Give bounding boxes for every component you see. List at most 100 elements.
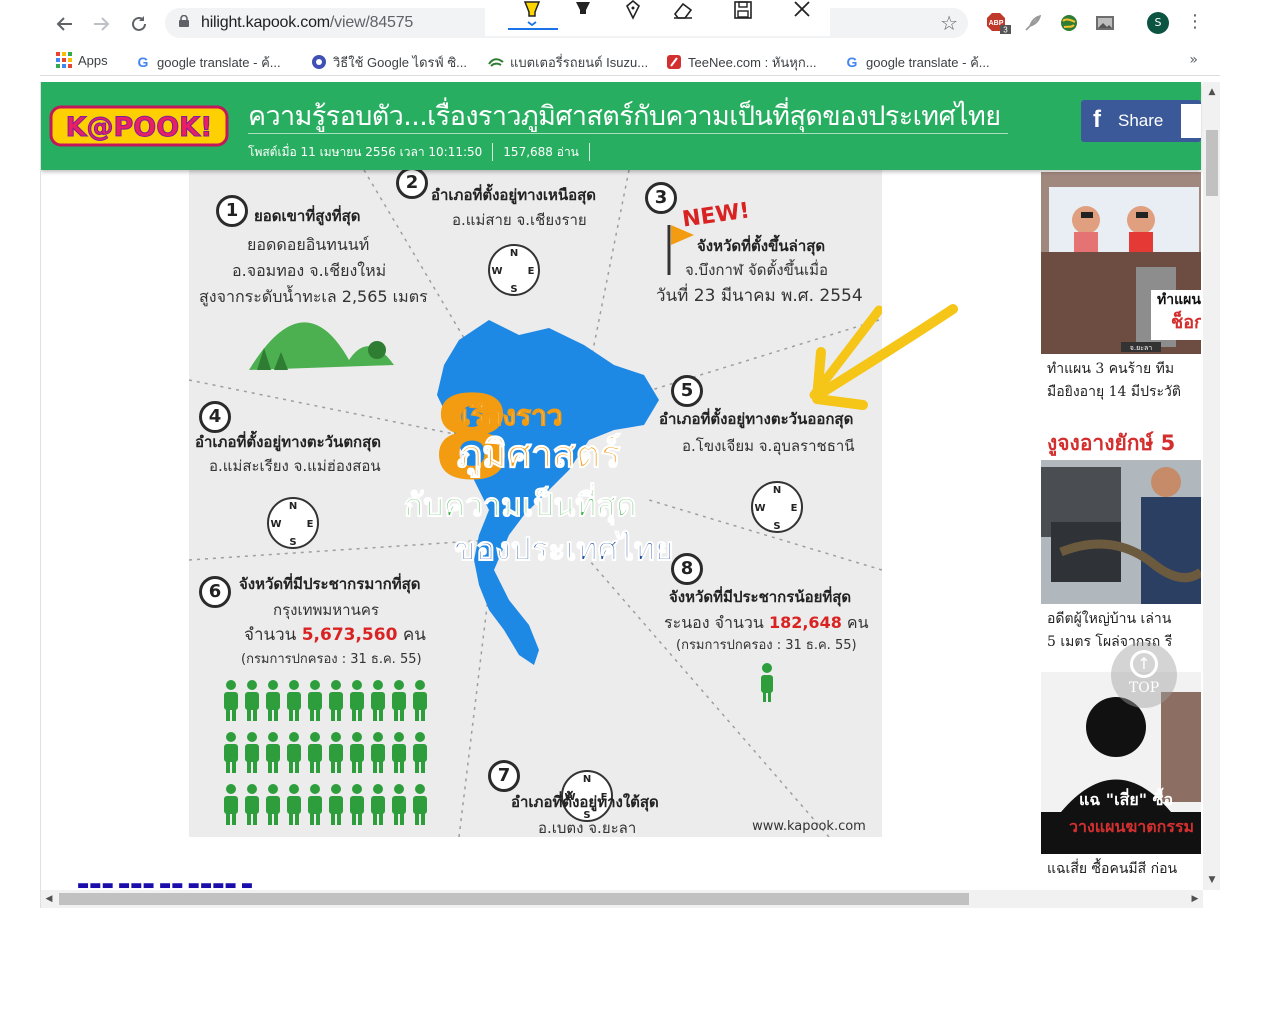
vertical-scrollbar[interactable]: ▲ ▼	[1203, 82, 1220, 890]
back-button[interactable]	[52, 11, 78, 37]
bookmark-google-translate[interactable]: Ggoogle translate - ค้...	[135, 52, 281, 72]
svg-text:E: E	[307, 519, 314, 530]
news-card-3-caption-line-1: แฉเสี่ย ซื้อคนมีสี ก่อน	[1047, 861, 1178, 877]
up-arrow-icon: ↑	[1130, 650, 1158, 678]
horizontal-scrollbar[interactable]: ◀ ▶	[41, 890, 1203, 908]
item-3-line-1: จ.บึงกาฬ จัดตั้งขึ้นเมื่อ	[685, 261, 829, 279]
reload-icon	[132, 16, 146, 31]
person-icon	[413, 680, 427, 721]
item-8-count: ระนอง จำนวน 182,648 คน	[664, 613, 869, 632]
bookmark-battery[interactable]: แบตเตอรี่รถยนต์ Isuzu...	[488, 52, 648, 72]
item-1-title: ยอดเขาที่สูงที่สุด	[254, 207, 361, 225]
item-number-7: 7	[488, 760, 520, 792]
feather-extension-icon[interactable]	[1022, 12, 1044, 34]
item-8-source: (กรมการปกครอง : 31 ธ.ค. 55)	[676, 638, 857, 653]
horizontal-scroll-thumb[interactable]	[59, 893, 969, 905]
item-4-line-1: อ.แม่สะเรียง จ.แม่ฮ่องสอน	[209, 457, 381, 475]
svg-text:E: E	[791, 503, 798, 514]
person-icon	[329, 680, 343, 721]
bookmark-drive-help[interactable]: วิธีใช้ Google ไดรฟ์ ซิ...	[311, 52, 467, 72]
article-title: ความรู้รอบตัว...เรื่องราวภูมิศาสตร์กับคว…	[248, 101, 1001, 132]
person-icon	[350, 784, 364, 825]
person-icon	[245, 680, 259, 721]
save-tool[interactable]	[728, 0, 758, 30]
bookmarks-bar: Apps Ggoogle translate - ค้... วิธีใช้ G…	[40, 46, 1220, 76]
kapook-logo[interactable]: K@POOK!	[49, 105, 229, 147]
person-icon	[413, 732, 427, 773]
item-7-line-1: อ.เบตง จ.ยะลา	[538, 819, 637, 837]
news-photo-2: งูจงอางยักษ์ 5	[1041, 422, 1201, 604]
scroll-up-arrow[interactable]: ▲	[1203, 84, 1220, 100]
scroll-right-arrow[interactable]: ▶	[1187, 890, 1203, 908]
person-icon	[392, 680, 406, 721]
view-count: 157,688 อ่าน	[503, 145, 579, 159]
news-card-1-caption-line-2: มือยิงอายุ 14 มีประวัติ	[1047, 384, 1181, 400]
url-text: hilight.kapook.com/view/84575	[201, 14, 414, 31]
person-icon	[392, 732, 406, 773]
adblock-extension-icon[interactable]: ABP 3	[985, 12, 1011, 34]
bookmark-google-translate-2[interactable]: Ggoogle translate - ค้...	[844, 52, 990, 72]
profile-avatar[interactable]: S	[1147, 12, 1169, 34]
post-date: โพสต์เมื่อ 11 เมษายน 2556 เวลา 10:11:50	[248, 145, 483, 159]
item-1-line-1: ยอดดอยอินทนนท์	[247, 235, 370, 254]
person-icon	[329, 784, 343, 825]
news-card-2-image[interactable]: งูจงอางยักษ์ 5	[1041, 422, 1201, 604]
scroll-down-arrow[interactable]: ▼	[1203, 872, 1220, 888]
item-number-6: 6	[199, 576, 231, 608]
related-news-sidebar: ทำแผน ช็อก จ.ยะลา ทำแผน 3 คนร้าย ทีม มือ…	[1041, 170, 1201, 890]
item-number-1: 1	[216, 195, 248, 227]
person-icon	[371, 732, 385, 773]
facebook-share-button[interactable]: f Share	[1081, 100, 1201, 142]
person-icon	[371, 680, 385, 721]
bookmarks-overflow-chevron[interactable]: »	[1189, 52, 1198, 68]
svg-text:N: N	[583, 774, 591, 785]
item-3-title: จังหวัดที่ตั้งขึ้นล่าสุด	[697, 237, 826, 255]
person-icon	[329, 732, 343, 773]
back-arrow-icon	[56, 17, 72, 31]
person-icon	[413, 784, 427, 825]
person-icon	[224, 732, 238, 773]
highlighter-tool[interactable]	[517, 0, 547, 30]
news-card-1-image[interactable]: ทำแผน ช็อก จ.ยะลา	[1041, 172, 1201, 354]
browser-chrome: hilight.kapook.com/view/84575 ☆ ABP 3 S …	[40, 0, 1220, 82]
bookmark-apps[interactable]: Apps	[56, 52, 108, 72]
truncated-link-text[interactable]: ▬▬▬ ▬▬▬ ▬▬ ▬▬▬▬ ▬	[77, 878, 253, 890]
bookmark-teenee[interactable]: TeeNee.com : หันหุก...	[666, 52, 817, 72]
svg-text:E: E	[528, 266, 535, 277]
person-icon	[224, 680, 238, 721]
annotation-toolbar	[485, 0, 830, 36]
person-icon	[287, 784, 301, 825]
news-card-1-caption[interactable]: ทำแผน 3 คนร้าย ทีม มือยิงอายุ 14 มีประวั…	[1047, 358, 1201, 404]
back-to-top-button[interactable]: ↑ TOP	[1111, 642, 1177, 708]
item-number-4: 4	[199, 401, 231, 433]
svg-text:กับความเป็นที่สุด: กับความเป็นที่สุด	[404, 482, 637, 526]
image-extension-icon[interactable]	[1094, 12, 1116, 34]
forward-button[interactable]	[88, 11, 114, 37]
eraser-tool[interactable]	[668, 0, 698, 30]
news-card-2-caption-line-1: อดีตผู้ใหญ่บ้าน เล่าน	[1047, 611, 1172, 627]
teenee-icon	[667, 55, 681, 69]
bookmark-star-icon[interactable]: ☆	[940, 11, 958, 35]
meta-separator	[588, 143, 590, 161]
scroll-left-arrow[interactable]: ◀	[41, 890, 57, 908]
item-6-line-1: กรุงเทพมหานคร	[273, 601, 379, 619]
close-annotation-tool[interactable]	[787, 0, 817, 30]
svg-text:จ.ยะลา: จ.ยะลา	[1130, 344, 1152, 352]
browser-menu-icon[interactable]: ⋮	[1186, 11, 1204, 32]
item-number-5: 5	[671, 375, 703, 407]
svg-text:งูจงอางยักษ์ 5: งูจงอางยักษ์ 5	[1047, 431, 1175, 457]
person-icon	[287, 680, 301, 721]
item-1-line-3: สูงจากระดับน้ำทะเล 2,565 เมตร	[199, 287, 428, 306]
globe-extension-icon[interactable]	[1058, 12, 1080, 34]
item-6-source: (กรมการปกครอง : 31 ธ.ค. 55)	[241, 652, 422, 667]
reload-button[interactable]	[126, 11, 152, 37]
pen-icon	[576, 2, 590, 14]
fountain-pen-tool[interactable]	[618, 0, 648, 30]
item-5-line-1: อ.โขงเจียม จ.อุบลราชธานี	[682, 437, 855, 455]
news-card-3-caption[interactable]: แฉเสี่ย ซื้อคนมีสี ก่อน	[1047, 858, 1201, 881]
item-number-3: 3	[645, 182, 677, 214]
vertical-scroll-thumb[interactable]	[1206, 130, 1218, 196]
svg-text:แฉ "เสี่ย" ซื้อ: แฉ "เสี่ย" ซื้อ	[1079, 787, 1173, 809]
pen-tool[interactable]	[568, 0, 598, 30]
eraser-icon	[673, 2, 693, 19]
